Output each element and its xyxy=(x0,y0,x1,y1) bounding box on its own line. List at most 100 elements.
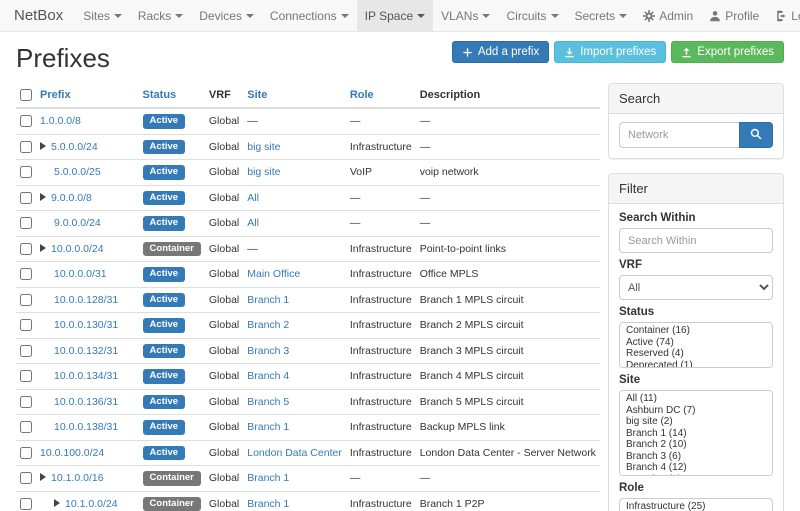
nav-item-vlans[interactable]: VLANs xyxy=(433,0,498,31)
row-checkbox[interactable] xyxy=(20,166,32,178)
nav-item-racks[interactable]: Racks xyxy=(130,0,191,31)
role-label: Role xyxy=(619,482,773,494)
prefix-link[interactable]: 1.0.0.0/8 xyxy=(40,115,81,127)
status-filter-option[interactable]: Deprecated (1) xyxy=(620,360,772,369)
row-checkbox[interactable] xyxy=(20,421,32,433)
status-badge: Active xyxy=(143,420,186,435)
site-link[interactable]: London Data Center xyxy=(247,447,342,459)
table-row: 5.0.0.0/25ActiveGlobalbig siteVoIPvoip n… xyxy=(16,160,600,186)
vrf-cell: Global xyxy=(205,236,243,262)
status-badge: Active xyxy=(143,267,186,282)
nav-item-devices[interactable]: Devices xyxy=(191,0,262,31)
expand-caret-icon xyxy=(40,473,46,481)
row-checkbox[interactable] xyxy=(20,115,32,127)
row-checkbox[interactable] xyxy=(20,472,32,484)
row-checkbox[interactable] xyxy=(20,447,32,459)
prefix-link[interactable]: 10.1.0.0/16 xyxy=(51,472,104,484)
prefix-link[interactable]: 10.0.0.0/24 xyxy=(51,243,104,255)
site-link[interactable]: Main Office xyxy=(247,268,300,280)
prefix-link[interactable]: 10.0.0.132/31 xyxy=(54,345,118,357)
row-checkbox[interactable] xyxy=(20,370,32,382)
vrf-cell: Global xyxy=(205,338,243,364)
nav-item-secrets[interactable]: Secrets xyxy=(567,0,636,31)
site-filter-option[interactable]: Branch 5 (7) xyxy=(620,474,772,477)
site-filter-option[interactable]: All (11) xyxy=(620,393,772,405)
prefix-link[interactable]: 10.0.0.138/31 xyxy=(54,421,118,433)
prefix-link[interactable]: 10.0.0.0/31 xyxy=(54,268,107,280)
site-link[interactable]: Branch 4 xyxy=(247,370,289,382)
status-filter-option[interactable]: Active (74) xyxy=(620,337,772,349)
nav-item-admin[interactable]: Admin xyxy=(635,0,701,31)
row-checkbox[interactable] xyxy=(20,192,32,204)
nav-item-log-out[interactable]: Log out xyxy=(767,0,800,31)
import-prefixes-button[interactable]: Import prefixes xyxy=(554,41,666,63)
prefix-link[interactable]: 10.0.100.0/24 xyxy=(40,447,104,459)
prefix-link[interactable]: 9.0.0.0/24 xyxy=(54,217,101,229)
column-header-status[interactable]: Status xyxy=(139,83,205,108)
site-filter-option[interactable]: Branch 4 (12) xyxy=(620,462,772,474)
vrf-select[interactable]: All xyxy=(619,275,773,300)
site-listbox[interactable]: All (11)Ashburn DC (7)big site (2)Branch… xyxy=(619,390,773,476)
prefix-link[interactable]: 10.0.0.128/31 xyxy=(54,294,118,306)
row-checkbox-cell xyxy=(16,415,36,441)
site-link[interactable]: big site xyxy=(247,141,280,153)
site-link[interactable]: Branch 1 xyxy=(247,498,289,510)
site-link[interactable]: Branch 1 xyxy=(247,294,289,306)
status-listbox[interactable]: Container (16)Active (74)Reserved (4)Dep… xyxy=(619,322,773,368)
select-all-checkbox[interactable] xyxy=(20,89,32,101)
search-input[interactable] xyxy=(619,122,739,148)
prefix-link[interactable]: 9.0.0.0/8 xyxy=(51,192,92,204)
status-filter-option[interactable]: Reserved (4) xyxy=(620,348,772,360)
prefix-link[interactable]: 10.0.0.134/31 xyxy=(54,370,118,382)
table-row: 5.0.0.0/24ActiveGlobalbig siteInfrastruc… xyxy=(16,134,600,160)
role-listbox[interactable]: Infrastructure (25)Management (8)Private… xyxy=(619,498,773,511)
status-cell: Active xyxy=(139,134,205,160)
row-checkbox[interactable] xyxy=(20,319,32,331)
nav-item-circuits[interactable]: Circuits xyxy=(498,0,566,31)
prefix-link[interactable]: 5.0.0.0/24 xyxy=(51,141,98,153)
prefix-link[interactable]: 5.0.0.0/25 xyxy=(54,166,101,178)
row-checkbox[interactable] xyxy=(20,294,32,306)
site-filter-option[interactable]: Ashburn DC (7) xyxy=(620,405,772,417)
prefix-link[interactable]: 10.1.0.0/24 xyxy=(65,498,118,510)
site-link[interactable]: Branch 2 xyxy=(247,319,289,331)
row-checkbox[interactable] xyxy=(20,345,32,357)
site-link[interactable]: Branch 1 xyxy=(247,472,289,484)
export-prefixes-button[interactable]: Export prefixes xyxy=(671,41,784,63)
top-navbar: NetBox SitesRacksDevicesConnectionsIP Sp… xyxy=(0,0,800,32)
nav-item-ip-space[interactable]: IP Space xyxy=(357,0,433,31)
role-filter-option[interactable]: Infrastructure (25) xyxy=(620,501,772,511)
site-filter-option[interactable]: Branch 1 (14) xyxy=(620,428,772,440)
prefix-link[interactable]: 10.0.0.136/31 xyxy=(54,396,118,408)
site-link[interactable]: All xyxy=(247,217,259,229)
column-header-site[interactable]: Site xyxy=(243,83,346,108)
site-link[interactable]: All xyxy=(247,192,259,204)
row-checkbox[interactable] xyxy=(20,498,32,510)
row-checkbox[interactable] xyxy=(20,243,32,255)
column-header-prefix[interactable]: Prefix xyxy=(36,83,139,108)
search-button[interactable] xyxy=(739,122,773,148)
nav-item-profile[interactable]: Profile xyxy=(701,0,767,31)
row-checkbox[interactable] xyxy=(20,141,32,153)
row-checkbox[interactable] xyxy=(20,217,32,229)
add-a-prefix-button[interactable]: Add a prefix xyxy=(452,41,549,63)
row-checkbox[interactable] xyxy=(20,268,32,280)
app-brand[interactable]: NetBox xyxy=(10,0,75,31)
site-link[interactable]: Branch 5 xyxy=(247,396,289,408)
row-checkbox[interactable] xyxy=(20,396,32,408)
site-cell: Branch 1 xyxy=(243,466,346,492)
site-filter-option[interactable]: big site (2) xyxy=(620,416,772,428)
vrf-cell: Global xyxy=(205,134,243,160)
site-link[interactable]: Branch 3 xyxy=(247,345,289,357)
site-filter-option[interactable]: Branch 2 (10) xyxy=(620,439,772,451)
nav-item-connections[interactable]: Connections xyxy=(262,0,357,31)
site-filter-option[interactable]: Branch 3 (6) xyxy=(620,451,772,463)
column-header-role[interactable]: Role xyxy=(346,83,416,108)
status-cell: Active xyxy=(139,440,205,466)
search-within-input[interactable] xyxy=(619,228,773,253)
prefix-link[interactable]: 10.0.0.130/31 xyxy=(54,319,118,331)
site-link[interactable]: Branch 1 xyxy=(247,421,289,433)
status-filter-option[interactable]: Container (16) xyxy=(620,325,772,337)
nav-item-sites[interactable]: Sites xyxy=(75,0,130,31)
site-link[interactable]: big site xyxy=(247,166,280,178)
